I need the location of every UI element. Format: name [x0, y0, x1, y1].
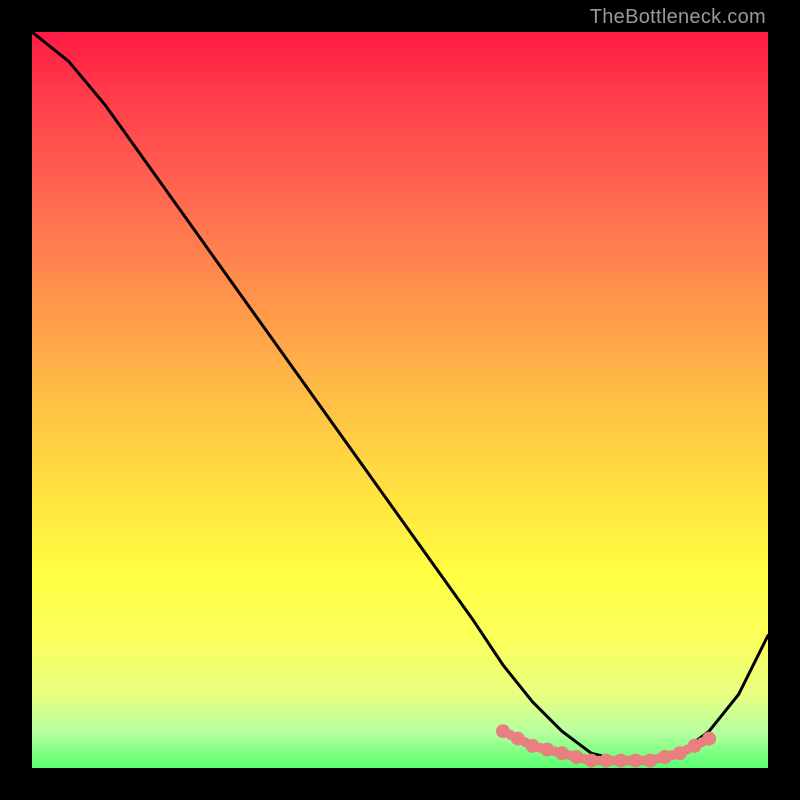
bottleneck-curve-path	[32, 32, 768, 761]
chart-svg	[32, 32, 768, 768]
plot-area	[32, 32, 768, 768]
chart-container: TheBottleneck.com	[0, 0, 800, 800]
watermark-text: TheBottleneck.com	[590, 6, 766, 29]
marker-dot	[702, 732, 716, 746]
